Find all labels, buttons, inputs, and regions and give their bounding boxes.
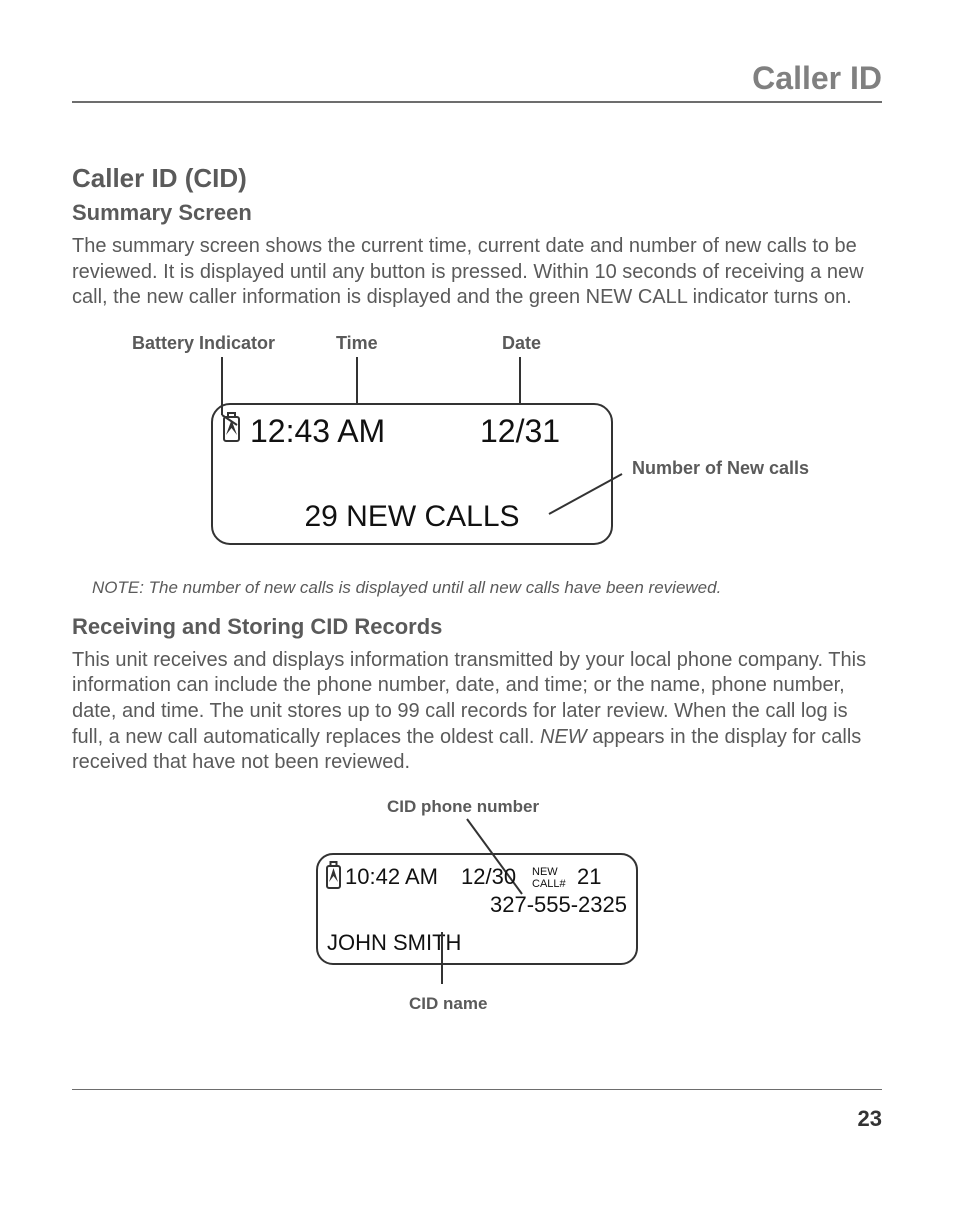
label-cid-name: CID name <box>409 994 487 1013</box>
display2-new: NEW <box>532 866 558 878</box>
display2-time: 10:42 AM <box>345 864 438 889</box>
label-number-new-calls: Number of New calls <box>632 458 809 478</box>
summary-screen-paragraph: The summary screen shows the current tim… <box>72 234 882 311</box>
display-new-calls: 29 NEW CALLS <box>304 500 519 533</box>
display2-date: 12/30 <box>461 864 516 889</box>
display2-callnum: 21 <box>577 864 601 889</box>
heading-summary-screen: Summary Screen <box>72 200 882 226</box>
summary-screen-diagram: Battery Indicator Time Date 12:43 AM 12/… <box>72 329 882 564</box>
heading-caller-id-cid: Caller ID (CID) <box>72 163 882 194</box>
display-time: 12:43 AM <box>250 413 385 449</box>
para2-italic-new: NEW <box>540 726 587 748</box>
label-time: Time <box>336 333 378 353</box>
heading-receiving-storing: Receiving and Storing CID Records <box>72 614 882 640</box>
label-battery-indicator: Battery Indicator <box>132 333 275 353</box>
display2-phone: 327-555-2325 <box>490 892 627 917</box>
display-date: 12/31 <box>480 413 560 449</box>
page-header-title: Caller ID <box>72 60 882 103</box>
display2-callhash: CALL# <box>532 878 567 890</box>
label-date: Date <box>502 333 541 353</box>
receiving-storing-paragraph: This unit receives and displays informat… <box>72 648 882 776</box>
cid-record-diagram: CID phone number 10:42 AM 12/30 NEW CALL… <box>72 794 882 1029</box>
note-new-calls: NOTE: The number of new calls is display… <box>92 578 882 598</box>
label-cid-phone-number: CID phone number <box>387 797 539 816</box>
page-number: 23 <box>72 1089 882 1132</box>
